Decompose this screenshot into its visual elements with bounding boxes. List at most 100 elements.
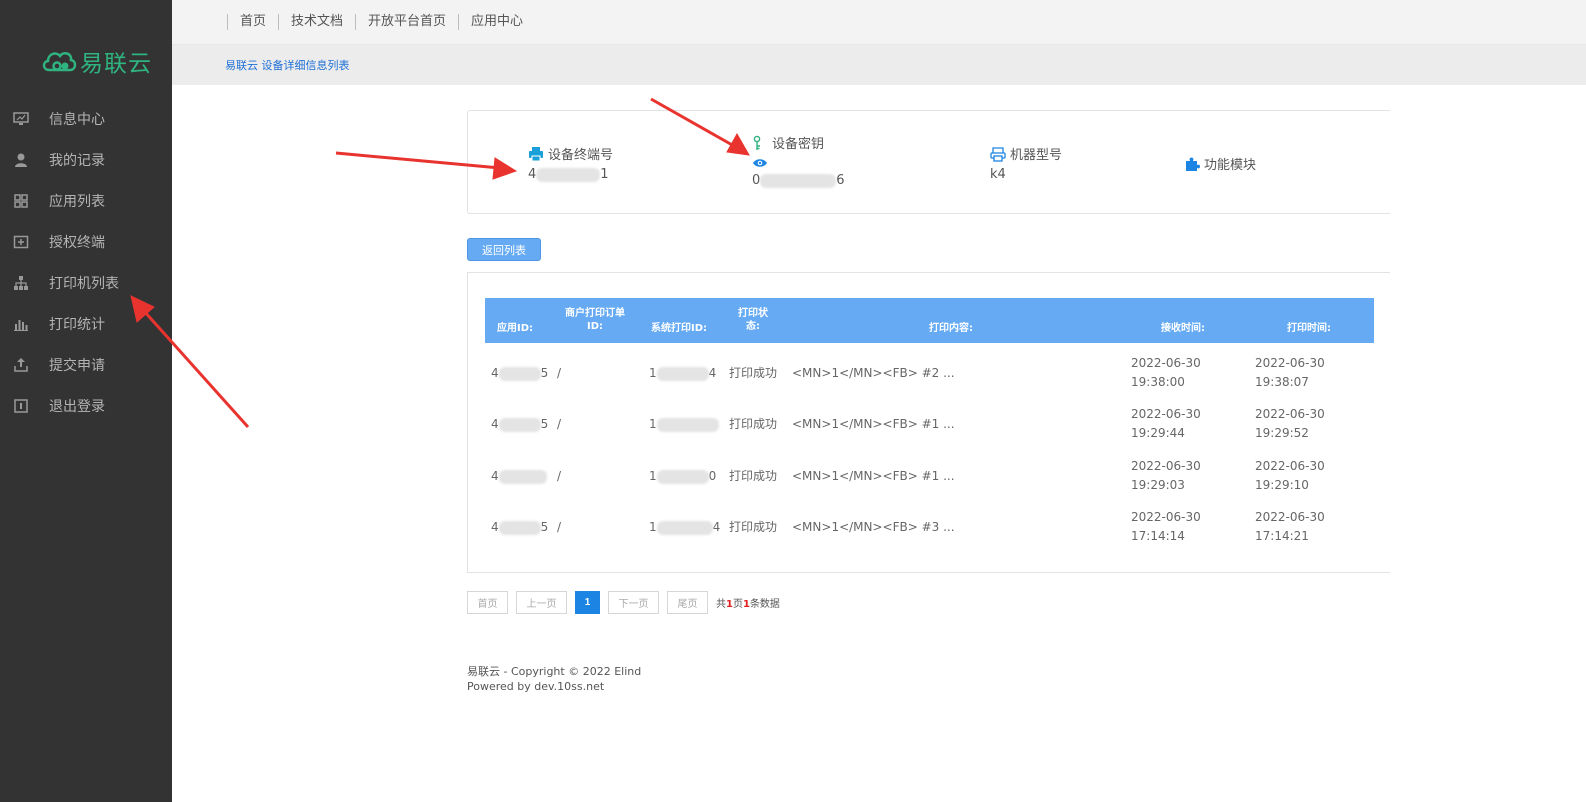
sidebar-item-label: 我的记录 <box>49 152 105 169</box>
upload-icon <box>13 357 29 373</box>
device-model-label: 机器型号 <box>1010 148 1063 163</box>
device-model-field: 机器型号 k4 <box>990 144 1062 182</box>
device-secret-value-prefix: 0 <box>752 173 761 188</box>
cell-app-id-prefix: 4 <box>491 366 499 380</box>
cell-status: 打印成功 <box>729 366 778 380</box>
monitor-icon <box>13 111 29 127</box>
cell-app-id-prefix: 4 <box>491 520 499 534</box>
cell-order-id: / <box>557 366 562 380</box>
prev-page-button[interactable]: 上一页 <box>516 591 567 614</box>
cell-content: <MN>1</MN><FB> #1 ... <box>792 417 955 431</box>
cell-printed-time: 2022-06-30 19:29:10 <box>1255 459 1325 492</box>
cell-sys-id-suffix: 0 <box>708 469 717 483</box>
sidebar-item-submit-application[interactable]: 提交申请 <box>0 344 172 385</box>
footer-powered-by: Powered by dev.10ss.net <box>467 680 605 693</box>
cell-sys-id-prefix: 1 <box>649 469 657 483</box>
brand-name: 易联云 <box>80 51 152 77</box>
next-page-button[interactable]: 下一页 <box>608 591 659 614</box>
sidebar-nav: 信息中心 我的记录 应用列表 授权终端 打印机列表 打印统计 提交申请 退出登录 <box>0 98 172 426</box>
table-header: 应用ID: 商户打印订单ID: 系统打印ID: 打印状态: 打印内容: 接收时间… <box>485 298 1374 343</box>
nav-link-app-center[interactable]: 应用中心 <box>458 14 535 30</box>
cell-content: <MN>1</MN><FB> #3 ... <box>792 520 955 534</box>
pagination-summary: 共1页1条数据 <box>716 599 780 610</box>
sidebar-item-label: 信息中心 <box>49 111 105 128</box>
sidebar-item-info-center[interactable]: 信息中心 <box>0 98 172 139</box>
redacted-mask <box>656 417 719 432</box>
table-row[interactable]: 4 / 1 0 打印成功 <MN>1</MN><FB> #1 ... 2022-0… <box>485 455 1374 506</box>
puzzle-icon <box>1186 157 1200 171</box>
cell-app-id-suffix: 5 <box>540 520 549 534</box>
sidebar-item-logout[interactable]: 退出登录 <box>0 385 172 426</box>
footer-copyright: 易联云 - Copyright © 2022 Elind <box>467 665 642 678</box>
cloud-logo-icon <box>42 51 77 72</box>
cell-order-id: / <box>557 469 562 483</box>
key-icon <box>753 135 761 150</box>
cell-received-time: 2022-06-30 19:29:03 <box>1131 459 1201 492</box>
cell-sys-id-prefix: 1 <box>649 366 657 380</box>
sidebar-item-app-list[interactable]: 应用列表 <box>0 180 172 221</box>
cell-content: <MN>1</MN><FB> #1 ... <box>792 469 955 483</box>
sidebar-item-print-stats[interactable]: 打印统计 <box>0 303 172 344</box>
cell-printed-time: 2022-06-30 19:29:52 <box>1255 407 1325 440</box>
sidebar-item-printer-list[interactable]: 打印机列表 <box>0 262 172 303</box>
grid-icon <box>13 193 29 209</box>
cell-received-time: 2022-06-30 19:29:44 <box>1131 407 1201 440</box>
cell-received-time: 2022-06-30 17:14:14 <box>1131 510 1201 543</box>
cell-order-id: / <box>557 417 562 431</box>
th-printed: 打印时间: <box>1287 323 1331 334</box>
sidebar-item-label: 提交申请 <box>49 357 105 374</box>
sidebar: 易联云 信息中心 我的记录 应用列表 授权终端 打印机列表 打印统计 提交申请 … <box>0 0 172 802</box>
last-page-button[interactable]: 尾页 <box>667 591 708 614</box>
sidebar-item-label: 打印统计 <box>49 316 105 333</box>
cell-status: 打印成功 <box>729 469 778 483</box>
redacted-mask <box>656 469 709 484</box>
cell-app-id-suffix: 5 <box>540 366 549 380</box>
th-app-id: 应用ID: <box>497 323 534 334</box>
cell-printed-time: 2022-06-30 19:38:07 <box>1255 356 1325 389</box>
th-received: 接收时间: <box>1161 323 1205 334</box>
nav-link-open-platform[interactable]: 开放平台首页 <box>355 14 458 30</box>
th-status: 打印状态: <box>738 308 768 332</box>
redacted-mask <box>498 469 547 484</box>
sidebar-item-label: 退出登录 <box>49 398 105 415</box>
device-terminal-value-prefix: 4 <box>528 167 537 182</box>
device-info-panel: 设备终端号 4 1 设备密钥 0 6 机器型号 k4 功能模块 <box>467 110 1390 214</box>
cell-sys-id-prefix: 1 <box>649 520 657 534</box>
sidebar-item-label: 打印机列表 <box>49 275 119 292</box>
device-secret-label: 设备密钥 <box>772 137 825 152</box>
device-modules-label[interactable]: 功能模块 <box>1204 154 1256 173</box>
cell-app-id-suffix: 5 <box>540 417 549 431</box>
sidebar-item-authorized-terminals[interactable]: 授权终端 <box>0 221 172 262</box>
sidebar-item-label: 授权终端 <box>49 234 105 251</box>
device-model-value: k4 <box>990 167 1006 182</box>
top-nav: 首页 技术文档 开放平台首页 应用中心 <box>172 0 1586 45</box>
nav-link-home[interactable]: 首页 <box>227 14 278 30</box>
redacted-mask <box>656 520 713 535</box>
breadcrumb: 易联云 设备详细信息列表 <box>225 59 350 72</box>
device-terminal-label: 设备终端号 <box>548 148 614 163</box>
back-to-list-button[interactable]: 返回列表 <box>467 238 541 261</box>
redacted-mask <box>498 417 541 432</box>
device-secret-value-suffix: 6 <box>836 173 845 188</box>
nav-link-docs[interactable]: 技术文档 <box>278 14 355 30</box>
table-row[interactable]: 4 5 / 1 4 打印成功 <MN>1</MN><FB> #2 ... 2022-… <box>485 352 1374 403</box>
sidebar-item-my-records[interactable]: 我的记录 <box>0 139 172 180</box>
redacted-mask <box>498 366 541 381</box>
eye-icon[interactable] <box>752 157 768 169</box>
device-terminal-value-suffix: 1 <box>600 167 609 182</box>
sitemap-icon <box>13 275 29 291</box>
cell-sys-id-suffix: 4 <box>712 520 721 534</box>
first-page-button[interactable]: 首页 <box>467 591 508 614</box>
redacted-mask <box>656 366 709 381</box>
table-row[interactable]: 4 5 / 1 4 打印成功 <MN>1</MN><FB> #3 ... 2022-… <box>485 506 1374 557</box>
user-icon <box>13 152 29 168</box>
device-terminal-field: 设备终端号 4 1 <box>528 144 613 182</box>
brand-logo[interactable]: 易联云 <box>40 44 152 78</box>
footer: 易联云 - Copyright © 2022 Elind Powered by … <box>467 664 641 694</box>
cell-printed-time: 2022-06-30 17:14:21 <box>1255 510 1325 543</box>
table-row[interactable]: 4 5 / 1 打印成功 <MN>1</MN><FB> #1 ... 2022-0… <box>485 403 1374 454</box>
cell-status: 打印成功 <box>729 520 778 534</box>
page-1-button[interactable]: 1 <box>575 591 600 614</box>
cell-app-id-prefix: 4 <box>491 417 499 431</box>
th-content: 打印内容: <box>929 323 973 334</box>
